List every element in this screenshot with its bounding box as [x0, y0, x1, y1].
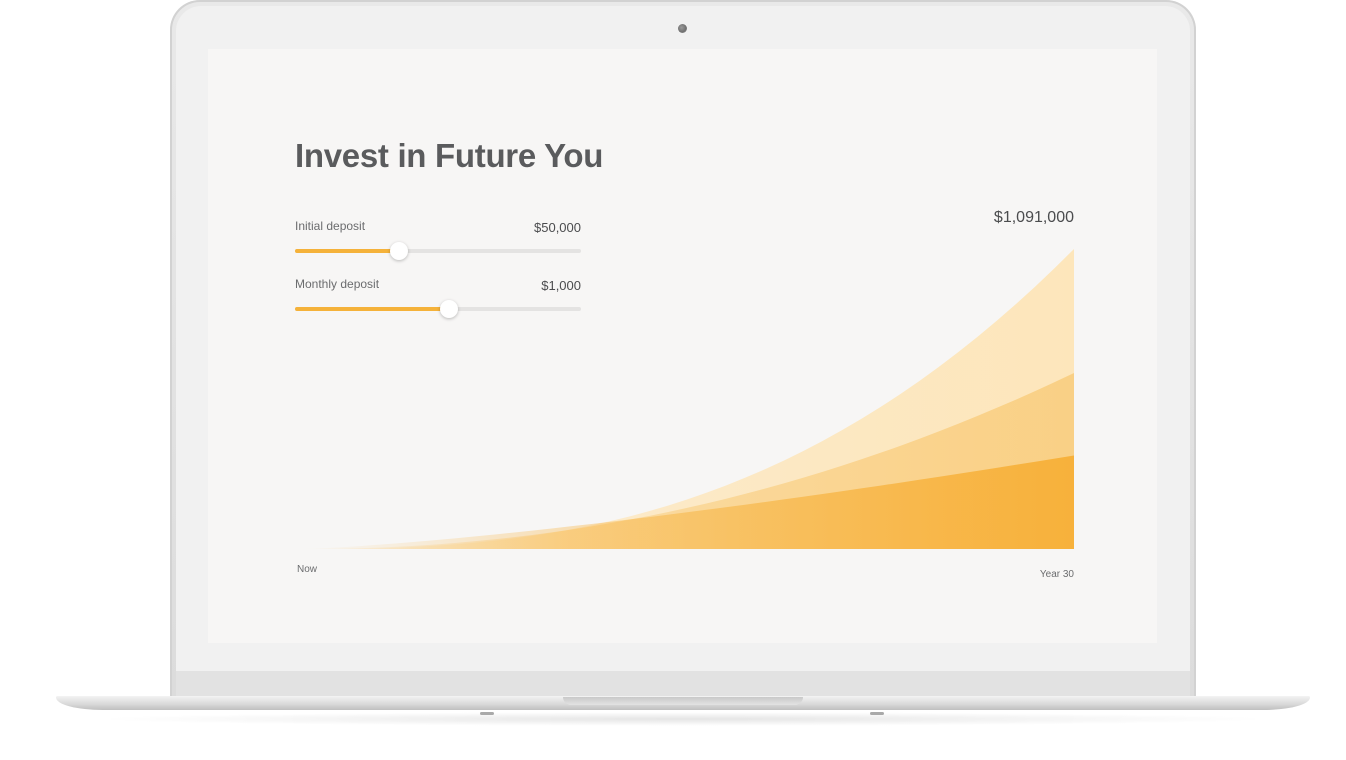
- projected-total-value: $1,091,000: [993, 209, 1074, 226]
- monthly-deposit-value: $1,000: [541, 278, 581, 293]
- app-screen: Invest in Future You Initial deposit $50…: [208, 49, 1157, 643]
- initial-deposit-value: $50,000: [534, 220, 581, 235]
- laptop-foot: [870, 712, 884, 715]
- initial-deposit-label: Initial deposit: [295, 219, 366, 233]
- laptop-foot: [480, 712, 494, 715]
- laptop-mockup: Invest in Future You Initial deposit $50…: [0, 0, 1346, 760]
- monthly-deposit-slider[interactable]: [295, 300, 581, 318]
- x-axis-end-label: Year 30: [1039, 569, 1074, 580]
- page-title: Invest in Future You: [295, 137, 604, 174]
- monthly-deposit-slider-fill: [295, 307, 450, 311]
- laptop-hinge-notch: [563, 697, 803, 705]
- initial-deposit-slider-fill: [295, 249, 400, 253]
- webcam-icon: [678, 24, 687, 33]
- monthly-deposit-label: Monthly deposit: [295, 277, 380, 291]
- initial-deposit-slider[interactable]: [295, 242, 581, 260]
- x-axis-start-label: Now: [297, 564, 318, 575]
- laptop-chin: [176, 671, 1190, 696]
- laptop-shadow: [90, 712, 1276, 726]
